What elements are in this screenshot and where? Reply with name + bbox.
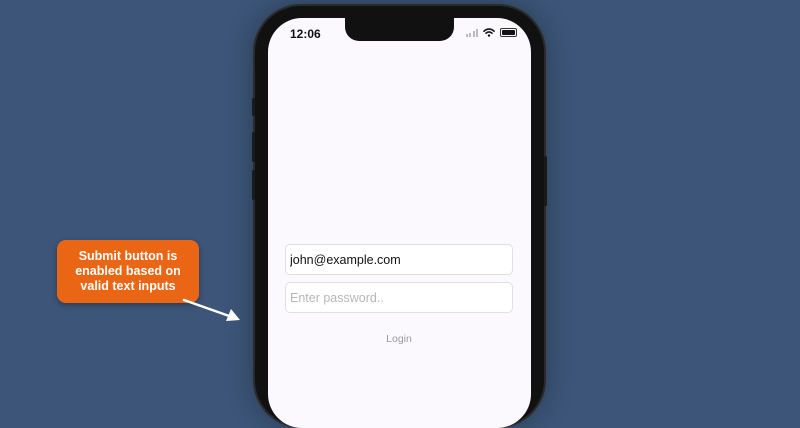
email-field[interactable] [285, 244, 513, 275]
cellular-signal-icon [465, 28, 478, 37]
phone-notch [345, 18, 454, 41]
status-time: 12:06 [290, 27, 321, 41]
phone-side-button [252, 132, 255, 162]
arrow-icon [182, 298, 240, 321]
status-icons [465, 28, 517, 37]
wifi-icon [483, 28, 495, 37]
phone-side-button [252, 98, 255, 116]
phone-frame: 12:06 Login [252, 6, 547, 428]
login-button[interactable]: Login [285, 330, 513, 348]
phone-side-button [544, 156, 547, 206]
annotation-callout: Submit button is enabled based on valid … [57, 240, 199, 303]
password-field[interactable] [285, 282, 513, 313]
phone-side-button [252, 170, 255, 200]
phone-screen: 12:06 Login [268, 18, 531, 428]
battery-icon [500, 28, 517, 37]
